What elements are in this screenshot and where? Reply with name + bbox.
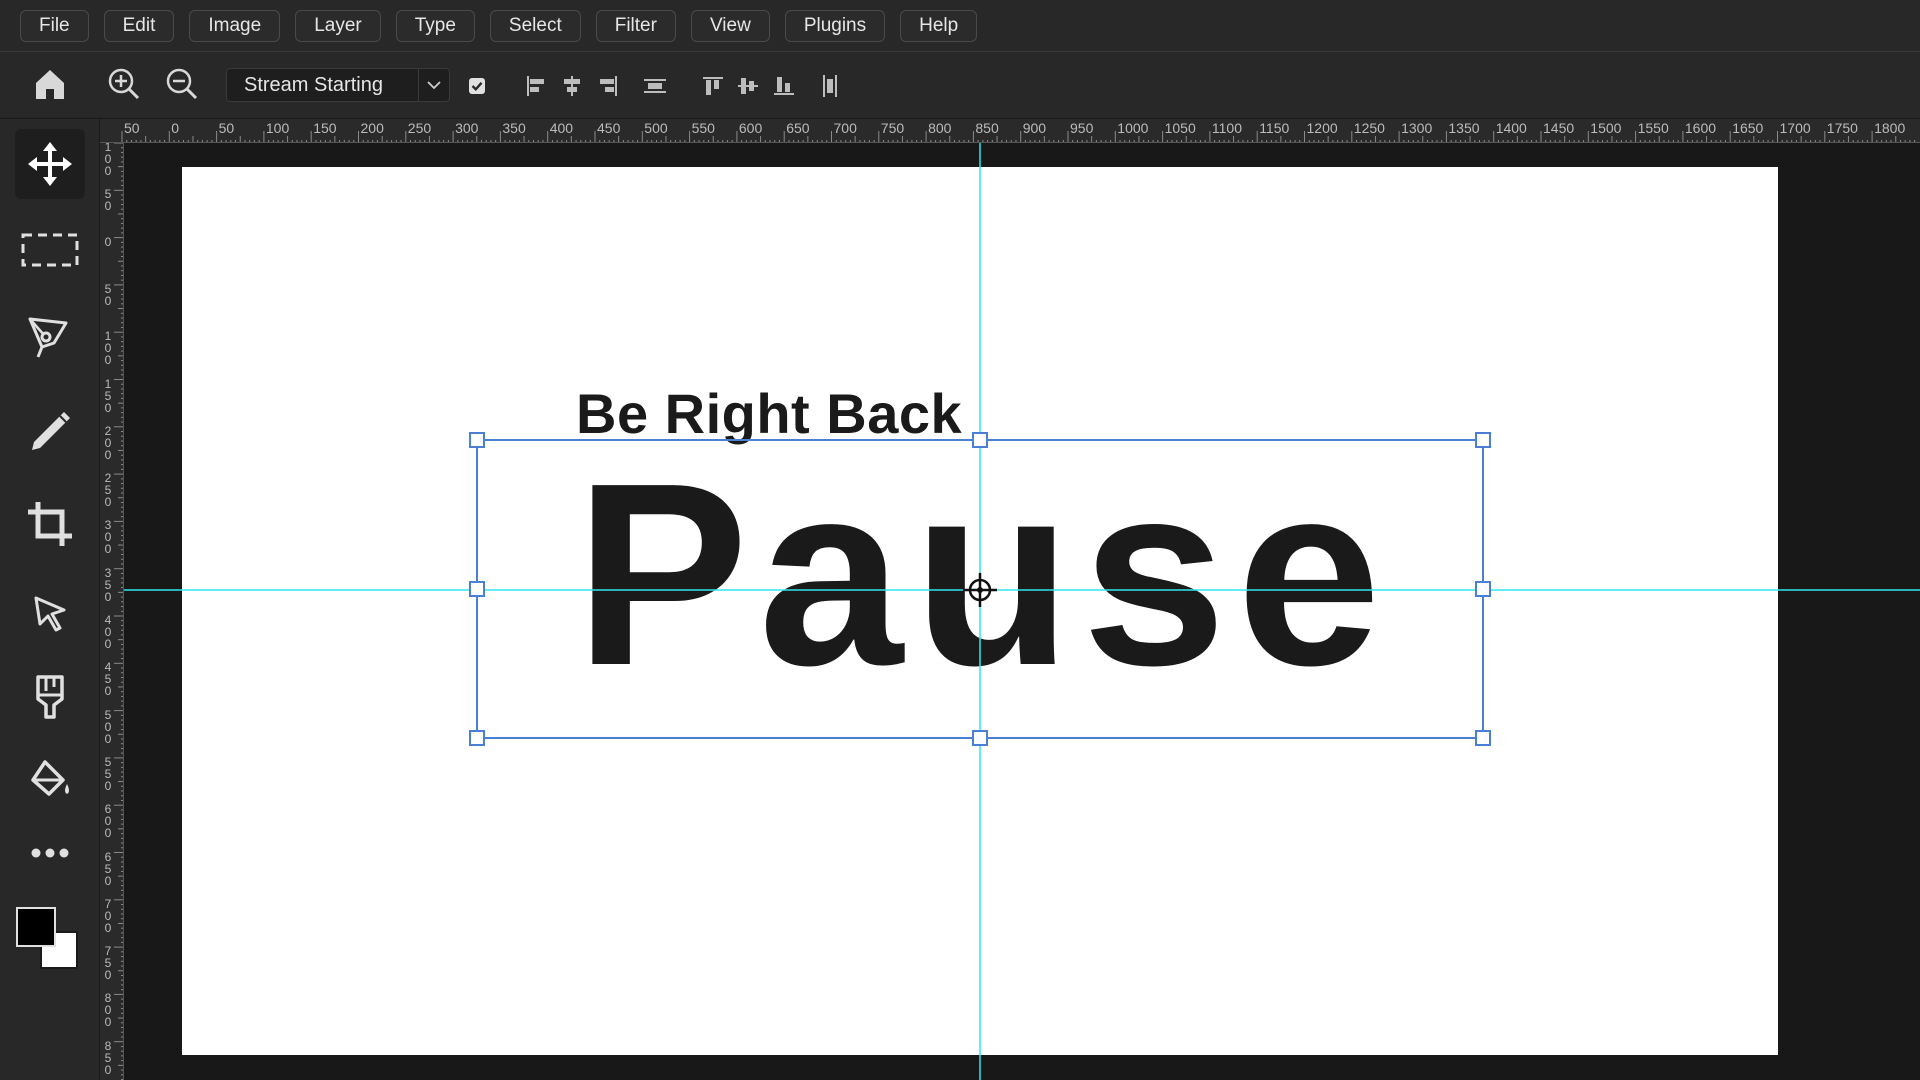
align-middle-vertical-icon[interactable] — [735, 72, 761, 100]
ruler-vertical-ticks — [114, 143, 123, 1080]
menu-layer[interactable]: Layer — [295, 9, 381, 42]
align-bottom-icon[interactable] — [771, 72, 797, 100]
ruler-label: 0 — [171, 120, 180, 136]
direct-select-tool[interactable] — [15, 579, 85, 649]
move-icon — [28, 142, 72, 186]
home-icon[interactable] — [28, 62, 72, 106]
ruler-label: 950 — [1070, 120, 1094, 136]
ruler-label: 100 — [265, 120, 290, 136]
ruler-label: 1750 — [1826, 120, 1858, 136]
menu-help[interactable]: Help — [900, 9, 978, 42]
zoom-out-icon[interactable] — [162, 64, 202, 104]
paint-bucket-icon — [31, 760, 69, 796]
stamp-icon — [36, 675, 64, 719]
ruler-label: 1700 — [1779, 120, 1811, 136]
ruler-label: 800 — [928, 120, 952, 136]
ruler-label: 250 — [407, 120, 432, 136]
ruler-label: 1550 — [1637, 120, 1669, 136]
ruler-label: 1800 — [1874, 120, 1906, 136]
ruler-label: 1200 — [1306, 120, 1338, 136]
menu-edit[interactable]: Edit — [103, 9, 175, 42]
ruler-label: 1450 — [1543, 120, 1575, 136]
ruler-label: 1300 — [1401, 120, 1433, 136]
menu-bar: File Edit Image Layer Type Select Filter… — [0, 0, 1920, 52]
chevron-down-icon[interactable] — [418, 69, 449, 101]
ruler-label: 600 — [738, 120, 763, 136]
zoom-in-icon[interactable] — [104, 64, 144, 104]
ruler-label: 1250 — [1353, 120, 1385, 136]
menu-filter[interactable]: Filter — [595, 9, 676, 42]
ruler-label: 650 — [786, 120, 810, 136]
ruler-label: 1350 — [1448, 120, 1480, 136]
marquee-tool[interactable] — [15, 215, 85, 285]
direct-select-icon — [34, 596, 66, 632]
foreground-color-swatch[interactable] — [16, 907, 56, 947]
ruler-label: 300 — [455, 120, 479, 136]
ruler-label: 50 — [218, 120, 235, 136]
layer-select[interactable]: Stream Starting — [226, 68, 450, 102]
ruler-label: 500 — [644, 120, 668, 136]
more-tools[interactable] — [15, 818, 85, 888]
paint-bucket-tool[interactable] — [15, 746, 85, 816]
move-tool[interactable] — [15, 129, 85, 199]
align-left-icon[interactable] — [523, 72, 549, 100]
more-icon — [31, 848, 69, 858]
align-top-icon[interactable] — [700, 72, 726, 100]
align-center-horizontal-icon[interactable] — [559, 72, 585, 100]
ruler-label: 750 — [880, 120, 905, 136]
ruler-label: 1500 — [1590, 120, 1622, 136]
ruler-label: 1050 — [1164, 120, 1196, 136]
tool-bar — [0, 119, 100, 1080]
ruler-label: 1150 — [1259, 120, 1290, 136]
ruler-label: 1600 — [1684, 120, 1717, 136]
pen-tool-icon — [28, 317, 68, 358]
pen-tool[interactable] — [15, 302, 85, 372]
ruler-label: 700 — [833, 120, 857, 136]
ruler-label: 1100 — [1211, 120, 1242, 136]
ruler-label: 350 — [502, 120, 526, 136]
ruler-label: 450 — [597, 120, 621, 136]
ruler-label: 1000 — [1117, 120, 1149, 136]
distribute-vertical-icon[interactable] — [817, 72, 843, 100]
canvas-title-text[interactable]: Pause — [575, 445, 1391, 705]
menu-image[interactable]: Image — [189, 9, 281, 42]
align-right-icon[interactable] — [595, 72, 621, 100]
marquee-icon — [21, 233, 79, 267]
stamp-tool[interactable] — [15, 662, 85, 732]
distribute-horizontal-icon[interactable] — [641, 72, 669, 100]
menu-type[interactable]: Type — [395, 9, 475, 42]
layer-select-value: Stream Starting — [244, 73, 383, 96]
ruler-label: 50 — [124, 120, 140, 136]
brush-icon — [32, 412, 70, 450]
brush-tool[interactable] — [15, 397, 85, 467]
menu-plugins[interactable]: Plugins — [784, 9, 886, 42]
menu-view[interactable]: View — [690, 9, 770, 42]
ruler-label: 550 — [691, 120, 715, 136]
menu-file[interactable]: File — [20, 9, 89, 42]
ruler-label: 400 — [549, 120, 574, 136]
crop-icon — [28, 502, 72, 546]
ruler-horizontal[interactable]: 50 0 50 100 150 200 250 300 350 400 450 500 550 600 65… — [100, 119, 1920, 143]
menu-select[interactable]: Select — [489, 9, 581, 42]
crop-tool[interactable] — [15, 489, 85, 559]
ruler-label: 900 — [1022, 120, 1047, 136]
ruler-label: 850 — [975, 120, 999, 136]
auto-select-checkbox[interactable] — [465, 74, 489, 98]
ruler-label: 1650 — [1732, 120, 1764, 136]
ruler-label: 150 — [313, 120, 337, 136]
ruler-vertical[interactable]: 100 50 0 50 100 150 200 250 300 350 400 450 500 550 60… — [100, 143, 124, 1080]
color-swatches — [16, 907, 82, 973]
ruler-label: 1400 — [1495, 120, 1527, 136]
ruler-label: 200 — [360, 120, 384, 136]
